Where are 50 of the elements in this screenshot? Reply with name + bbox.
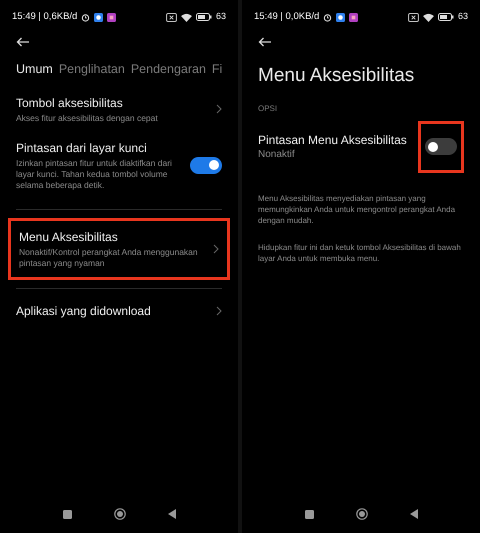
- row-title: Aplikasi yang didownload: [16, 302, 152, 319]
- chevron-icon: [213, 244, 219, 254]
- row-title: Menu Aksesibilitas: [19, 228, 119, 245]
- sim-icon: [166, 12, 177, 22]
- description-text: Menu Aksesibilitas menyediakan pintasan yang memungkinkan Anda untuk mengontrol perangkat Anda dengan mudah.: [257, 192, 456, 226]
- row-title: Pintasan dari layar kunci: [16, 140, 148, 156]
- settings-row[interactable]: Aplikasi yang didownload: [0, 296, 238, 325]
- back-button-icon[interactable]: [168, 509, 176, 519]
- wifi-icon: [180, 12, 192, 22]
- recents-button-icon[interactable]: [62, 510, 72, 518]
- row-subtitle: Akses fitur aksesibilitas dengan cepat: [16, 112, 159, 124]
- chevron-icon: [216, 104, 222, 114]
- alarm-icon: [81, 12, 90, 22]
- tab[interactable]: Umum: [16, 60, 53, 79]
- description-text: Hidupkan fitur ini dan ketuk tombol Aksesibilitas di bawah layar Anda untuk membuka menu.: [257, 242, 462, 264]
- row-subtitle: Nonaktif/Kontrol perangkat Anda menggunakan pintasan yang nyaman: [19, 246, 199, 269]
- home-button-icon[interactable]: [114, 508, 126, 520]
- page-title: Menu Aksesibilitas: [257, 64, 416, 88]
- app-icon: [336, 12, 346, 22]
- tab[interactable]: Penglihatan: [58, 60, 125, 79]
- sim-icon: [408, 12, 419, 22]
- wifi-icon: [422, 12, 434, 22]
- section-header: OPSI: [257, 102, 278, 114]
- tab[interactable]: Fi: [212, 60, 222, 79]
- battery-icon: [196, 13, 212, 21]
- app-icon: [94, 12, 104, 22]
- row-subtitle: Nonaktif: [258, 148, 296, 162]
- home-button-icon[interactable]: [356, 508, 368, 520]
- toggle-switch[interactable]: [190, 156, 222, 174]
- status-time: 15:49 | 0,6KB/d: [12, 10, 78, 24]
- back-button-icon[interactable]: [410, 509, 418, 519]
- row-title: Pintasan Menu Aksesibilitas: [258, 132, 408, 148]
- settings-row[interactable]: Pintasan dari layar kunci Izinkan pintasan fitur untuk diaktifkan dari layar kunci. Tahan kedua tombol volume selama beberapa detik.: [0, 134, 238, 197]
- tab[interactable]: Pendengaran: [130, 60, 206, 79]
- settings-row[interactable]: Tombol aksesibilitas Akses fitur aksesibilitas dengan cepat: [0, 88, 238, 130]
- battery-level: 63: [216, 10, 226, 24]
- toggle-switch[interactable]: [425, 138, 457, 155]
- alarm-icon: [323, 12, 332, 22]
- row-title: Tombol aksesibilitas: [16, 94, 124, 111]
- settings-row[interactable]: Menu Aksesibilitas Nonaktif/Kontrol perangkat Anda menggunakan pintasan yang nyaman: [11, 220, 227, 277]
- battery-level: 63: [458, 10, 468, 24]
- battery-icon: [438, 13, 454, 21]
- chevron-icon: [216, 306, 222, 316]
- row-subtitle: Izinkan pintasan fitur untuk diaktifkan dari layar kunci. Tahan kedua tombol volume selama beberapa detik.: [16, 158, 173, 191]
- app-icon: [349, 12, 358, 22]
- recents-button-icon[interactable]: [304, 510, 314, 518]
- status-time: 15:49 | 0,0KB/d: [254, 10, 320, 24]
- back-arrow-icon[interactable]: [16, 37, 30, 47]
- back-arrow-icon[interactable]: [258, 37, 272, 47]
- app-icon: [107, 12, 116, 22]
